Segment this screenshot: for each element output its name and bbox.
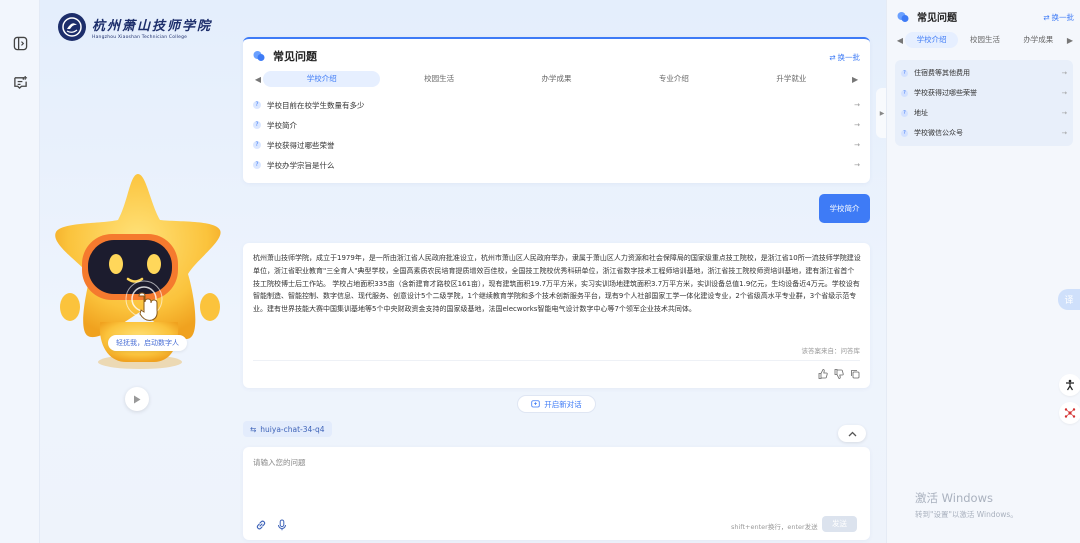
link-icon[interactable] [255,519,267,531]
collapse-button[interactable] [838,425,866,442]
windows-activation-watermark: 激活 Windows 转到"设置"以激活 Windows。 [915,490,1018,520]
school-name-en: Hangzhou Xiaoshan Technician College [92,34,188,40]
refresh-icon: ⇄ [1043,13,1050,22]
faq-item[interactable]: ? 学校简介 → [253,115,860,135]
tab-school-intro[interactable]: 学校介绍 [263,71,381,87]
question-icon: ? [253,141,261,149]
arrow-right-icon: → [854,161,860,169]
microphone-icon[interactable] [276,519,288,531]
question-icon: ? [901,69,908,77]
new-chat-label: 开启新对话 [544,399,582,409]
school-logo: 杭州萧山技师学院 Hangzhou Xiaoshan Technician Co… [58,13,212,41]
faq-chat-icon [897,11,909,22]
session-name: huiya-chat-34-q4 [260,424,325,434]
faq-list: ? 学校目前在校学生数量有多少 → ? 学校简介 → ? 学校获得过哪些荣誉 → ? 学校办学… [253,95,860,175]
tabs-prev-icon[interactable]: ◀ [253,75,263,84]
side-tab-school-intro[interactable]: 学校介绍 [905,32,959,48]
copy-icon[interactable] [850,369,860,379]
faq-item[interactable]: ? 学校目前在校学生数量有多少 → [253,95,860,115]
right-panel: 常见问题 ⇄ 换一批 ◀ 学校介绍 校园生活 办学成果 ▶ ? 住宿费等其他费用 →… [886,0,1080,543]
tabs-prev-icon[interactable]: ◀ [895,36,905,45]
side-faq-item[interactable]: ? 住宿费等其他费用 → [901,63,1067,83]
refresh-icon: ⇄ [829,53,836,62]
new-chat-button[interactable]: 开启新对话 [517,395,596,413]
switch-icon: ⇆ [250,424,257,434]
new-chat-small-icon [531,399,540,407]
question-input[interactable] [253,457,853,507]
thumbs-up-icon[interactable] [818,369,828,379]
side-tab-campus-life[interactable]: 校园生活 [958,32,1011,48]
left-rail [0,0,40,543]
arrow-right-icon: → [854,101,860,109]
school-emblem-icon [58,13,86,41]
question-icon: ? [901,109,908,117]
network-icon[interactable] [1059,402,1080,424]
answer-source: 该答案来自：问答库 [801,347,861,355]
arrow-right-icon: → [1061,69,1067,77]
new-chat-icon[interactable] [10,72,30,92]
sidebar-toggle-icon[interactable] [10,33,30,53]
input-box: shift+enter换行，enter发送 发送 [243,447,870,540]
faq-refresh-button[interactable]: ⇄ 换一批 [829,52,860,63]
faq-chat-icon [253,51,265,61]
arrow-right-icon: → [854,121,860,129]
watermark-line1: 激活 Windows [915,491,993,505]
tab-campus-life[interactable]: 校园生活 [380,71,497,87]
chevron-up-icon [848,431,856,436]
side-faq-item[interactable]: ? 地址 → [901,103,1067,123]
arrow-right-icon: → [1061,89,1067,97]
side-faq-refresh-label: 换一批 [1051,13,1075,22]
faq-title: 常见问题 [273,50,317,63]
side-faq-item[interactable]: ? 学校微信公众号 → [901,123,1067,143]
side-faq-title: 常见问题 [917,13,957,24]
answer-card: 杭州萧山技师学院，成立于1979年，是一所由浙江省人民政府批准设立，杭州市萧山区… [243,243,870,388]
caret-right-icon: ▶ [879,109,885,117]
mascot-activate-label[interactable]: 轻抚我，启动数字人 [108,335,187,351]
translate-button[interactable]: 译 [1058,289,1080,310]
arrow-right-icon: → [1061,129,1067,137]
thumbs-down-icon[interactable] [834,369,844,379]
send-button[interactable]: 发送 [822,516,857,532]
side-faq-tabs: ◀ 学校介绍 校园生活 办学成果 ▶ [895,32,1075,48]
answer-text: 杭州萧山技师学院，成立于1979年，是一所由浙江省人民政府批准设立，杭州市萧山区… [253,254,861,314]
question-icon: ? [253,101,261,109]
arrow-right-icon: → [1061,109,1067,117]
question-icon: ? [253,121,261,129]
school-name-cn: 杭州萧山技师学院 [92,18,213,34]
faq-item[interactable]: ? 学校办学宗旨是什么 → [253,155,860,175]
session-tag[interactable]: ⇆ huiya-chat-34-q4 [243,421,332,437]
arrow-right-icon: → [854,141,860,149]
tab-further-study[interactable]: 升学就业 [733,71,850,87]
tabs-next-icon[interactable]: ▶ [1065,36,1075,45]
faq-item[interactable]: ? 学校获得过哪些荣誉 → [253,135,860,155]
side-faq-list: ? 住宿费等其他费用 → ? 学校获得过哪些荣誉 → ? 地址 → ? 学校微信公众号 → [895,60,1073,146]
question-icon: ? [253,161,261,169]
accessibility-icon[interactable] [1059,374,1080,396]
divider [253,360,860,361]
input-hint: shift+enter换行，enter发送 [731,523,818,531]
side-faq-refresh-button[interactable]: ⇄ 换一批 [1043,12,1074,23]
tab-majors[interactable]: 专业介绍 [615,71,732,87]
faq-tabs: ◀ 学校介绍 校园生活 办学成果 专业介绍 升学就业 ▶ [253,71,860,87]
question-icon: ? [901,129,908,137]
question-icon: ? [901,89,908,97]
play-icon [134,395,141,403]
tab-achievements[interactable]: 办学成果 [498,71,615,87]
side-tab-achievements[interactable]: 办学成果 [1012,32,1065,48]
play-button[interactable] [125,387,149,411]
faq-refresh-label: 换一批 [837,53,861,62]
side-faq-item[interactable]: ? 学校获得过哪些荣誉 → [901,83,1067,103]
watermark-line2: 转到"设置"以激活 Windows。 [915,510,1018,519]
tabs-next-icon[interactable]: ▶ [850,75,860,84]
faq-card: 常见问题 ⇄ 换一批 ◀ 学校介绍 校园生活 办学成果 专业介绍 升学就业 ▶ … [243,37,870,183]
user-message-bubble: 学校简介 [819,194,870,223]
